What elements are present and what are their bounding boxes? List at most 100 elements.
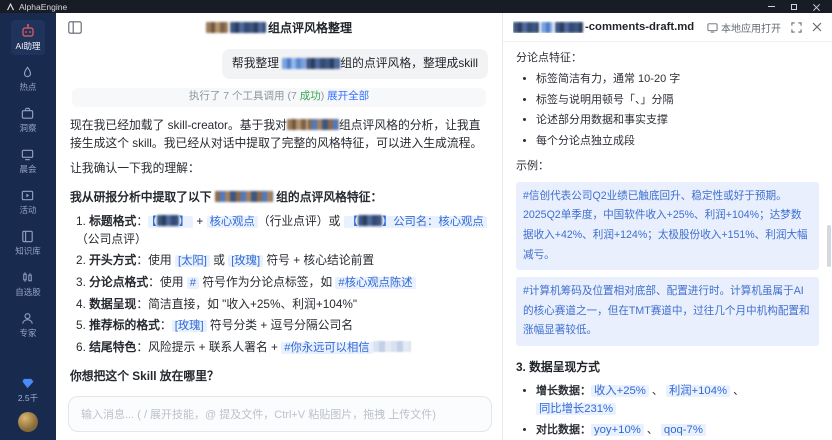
monitor-icon xyxy=(22,149,34,161)
doc-section-heading: 3. 数据呈现方式 xyxy=(516,359,600,374)
sidebar-item-label: 活动 xyxy=(19,205,37,215)
assistant-paragraph: 让我确认一下我的理解： xyxy=(70,160,200,175)
list-item: 推荐标的格式： [玫瑰] 符号分类 + 逗号分隔公司名 xyxy=(89,317,354,332)
list-item: 论述部分用数据和事实支撑 xyxy=(536,112,819,129)
sidebar-item-label: 知识库 xyxy=(15,246,41,256)
doc-example-label: 示例： xyxy=(516,159,549,172)
tool-call-summary: 执行了 7 个工具调用 (7 成功) 展开全部 xyxy=(188,90,370,103)
inline-tag: #核心观点陈述 xyxy=(335,276,416,289)
inline-tag: 【】 xyxy=(148,215,194,228)
chat-header: 组点评风格整理 xyxy=(56,13,502,41)
diamond-points-icon xyxy=(22,378,34,389)
redacted-text xyxy=(156,215,179,227)
sidebar-item-label: AI助理 xyxy=(15,41,41,51)
redacted-text xyxy=(372,341,411,353)
sidebar-item-label: 专家 xyxy=(19,328,37,338)
redacted-text xyxy=(306,119,339,131)
message-input[interactable]: 输入消息... ( / 展开技能，@ 提及文件，Ctrl+V 粘贴图片，拖拽 上… xyxy=(68,396,492,432)
book-icon xyxy=(22,230,34,243)
robot-icon xyxy=(22,24,34,37)
success-count: 成功 xyxy=(299,90,321,103)
scrollbar-thumb[interactable] xyxy=(827,225,831,267)
sidebar-toggle-icon[interactable] xyxy=(68,21,82,34)
sidebar-item-label: 洞察 xyxy=(19,123,37,133)
redacted-text xyxy=(306,57,341,69)
window-titlebar: AlphaEngine xyxy=(0,0,832,13)
inline-tag: [玫瑰] xyxy=(228,255,264,268)
chat-panel: 组点评风格整理 帮我整理 组的点评风格，整理成skill 执行了 7 个工具调用… xyxy=(56,13,502,440)
inline-tag: 核心观点 xyxy=(206,215,258,228)
points-balance: 2.5千 xyxy=(17,393,39,403)
sidebar-item-ai-assistant[interactable]: AI助理 xyxy=(11,20,45,55)
expand-icon[interactable] xyxy=(791,21,802,33)
sidebar-footer: 2.5千 xyxy=(18,378,38,440)
app-title: AlphaEngine xyxy=(19,1,68,12)
person-icon xyxy=(22,313,34,324)
sidebar-item-watchlist[interactable]: 自选股 xyxy=(11,267,45,301)
sidebar-item-experts[interactable]: 专家 xyxy=(15,308,40,342)
maximize-icon[interactable] xyxy=(791,3,797,10)
inline-tag: [玫瑰] xyxy=(171,319,207,332)
assistant-paragraph: 现在我已经加载了 skill-creator。基于我对 组点评风格的分析，让我直接… xyxy=(70,117,483,150)
doc-example-block: #计算机筹码及位置相对底部、配置进行时。计算机虽属于AI的核心赛道之一，但在TM… xyxy=(516,277,819,346)
app-logo-icon xyxy=(6,2,15,11)
list-item: 每个分论点独立成段 xyxy=(536,133,819,150)
inline-tag: 【】公司名：核心观点 xyxy=(343,215,487,228)
redacted-text xyxy=(555,21,583,33)
sidebar-item-activities[interactable]: 活动 xyxy=(15,185,40,219)
inline-tag: # xyxy=(186,276,200,289)
doc-example-block: #信创代表公司Q2业绩已触底回升、稳定性或好于预期。2025Q2单季度，中国软件… xyxy=(516,181,819,271)
sidebar-item-morning-meeting[interactable]: 晨会 xyxy=(15,144,40,178)
redacted-text xyxy=(541,21,553,33)
inline-tag: #你永远可以相信 xyxy=(281,341,373,354)
close-panel-icon[interactable] xyxy=(812,22,822,32)
app-window: AlphaEngine AI助理 热点 洞察 晨会 活动 知识库 自选股 专家 … xyxy=(0,0,832,440)
briefcase-icon xyxy=(22,107,34,119)
sidebar-item-insight[interactable]: 洞察 xyxy=(15,103,40,137)
minimize-icon[interactable] xyxy=(768,6,775,7)
inline-tag: [太阳] xyxy=(175,255,210,268)
inline-tag: qoq-7% xyxy=(660,423,706,436)
doc-data-list: 增长数据：收入+25% 、 利润+104% 、 同比增长231% 对比数据：yo… xyxy=(536,383,819,440)
close-window-icon[interactable] xyxy=(813,3,820,10)
inline-tag: 收入+25% xyxy=(591,385,649,398)
sidebar-item-knowledge-base[interactable]: 知识库 xyxy=(11,226,45,260)
list-item: 分论点格式：使用 # 符号作为分论点标签，如 #核心观点陈述 xyxy=(76,274,488,292)
sidebar-item-label: 晨会 xyxy=(19,164,37,174)
document-panel: -comments-draft.md 本地应用打开 分论点特征： • 标签简洁有… xyxy=(502,13,832,440)
list-item: 对比数据：yoy+10% 、 qoq-7% xyxy=(536,422,819,440)
flame-icon xyxy=(24,66,32,78)
document-content[interactable]: 分论点特征： 标签简洁有力，通常 10-20 字 标签与说明用顿号「、」分隔 论… xyxy=(503,42,832,440)
doc-feature-list: 标签简洁有力，通常 10-20 字 标签与说明用顿号「、」分隔 论述部分用数据和… xyxy=(536,71,819,150)
inline-tag: yoy+10% xyxy=(591,423,644,436)
candlestick-icon xyxy=(23,272,33,282)
open-in-local-app-label: 本地应用打开 xyxy=(721,23,781,35)
sidebar: AI助理 热点 洞察 晨会 活动 知识库 自选股 专家 2.5千 xyxy=(0,13,56,440)
open-in-local-app-button[interactable]: 本地应用打开 xyxy=(707,20,781,35)
document-header: -comments-draft.md 本地应用打开 xyxy=(503,13,832,42)
chat-message-area[interactable]: 帮我整理 组的点评风格，整理成skill 执行了 7 个工具调用 (7 成功) … xyxy=(56,41,502,392)
expand-all-link[interactable]: 展开全部 xyxy=(327,90,369,102)
redacted-text xyxy=(205,21,228,33)
user-avatar[interactable] xyxy=(17,412,38,432)
redacted-text xyxy=(513,21,539,33)
document-filename: -comments-draft.md xyxy=(513,21,694,33)
doc-subheading: 分论点特征： xyxy=(516,52,582,64)
redacted-text xyxy=(282,57,307,69)
list-item: 标签与说明用顿号「、」分隔 xyxy=(536,92,819,109)
inline-tag: 同比增长231% xyxy=(536,402,617,415)
inline-tag: 利润+104% xyxy=(665,385,731,398)
redacted-text xyxy=(214,191,273,203)
style-feature-list: 标题格式：【】 + 核心观点 （行业点评）或 【】公司名：核心观点（公司点评） 开… xyxy=(76,213,488,357)
media-icon xyxy=(22,190,34,201)
assistant-heading: 我从研报分析中提取了以下 组的点评风格特征： xyxy=(70,189,383,204)
list-item: 标题格式：【】 + 核心观点 （行业点评）或 【】公司名：核心观点（公司点评） xyxy=(76,213,488,249)
list-item: 增长数据：收入+25% 、 利润+104% 、 同比增长231% xyxy=(536,383,819,418)
tool-call-banner: 执行了 7 个工具调用 (7 成功) 展开全部 xyxy=(72,87,486,107)
sidebar-item-hotspots[interactable]: 热点 xyxy=(15,62,40,96)
list-item: 结尾特色：风险提示 + 联系人署名 + #你永远可以相信 xyxy=(76,339,488,357)
input-placeholder: 输入消息... ( / 展开技能，@ 提及文件，Ctrl+V 粘贴图片，拖拽 上… xyxy=(81,409,436,421)
external-app-icon xyxy=(707,22,718,33)
sidebar-item-label: 热点 xyxy=(19,82,37,92)
list-item: 数据呈现：简洁直接，如 "收入+25%、利润+104%" xyxy=(89,296,358,311)
